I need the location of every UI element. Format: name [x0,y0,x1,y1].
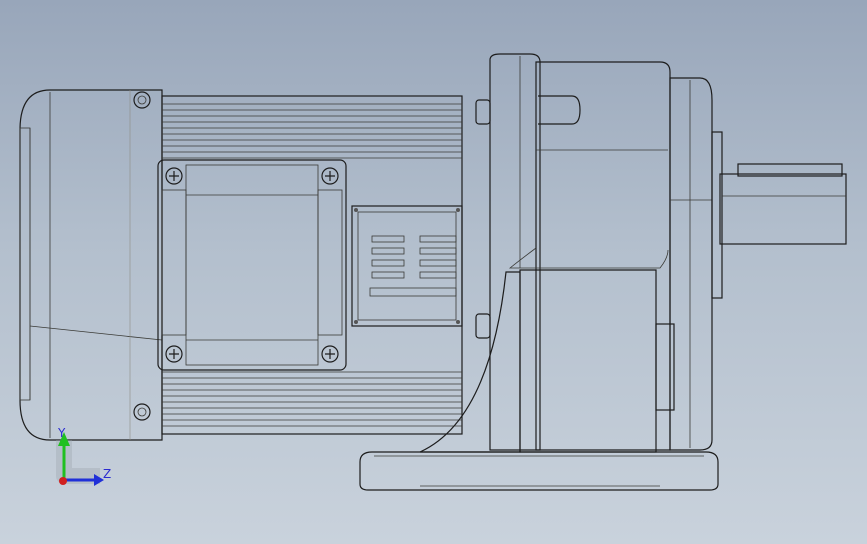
terminal-box [157,159,347,371]
nameplate-field [371,259,405,267]
output-shaft [711,131,847,299]
axis-triad-icon: Y Z [56,426,111,486]
mounting-foot [359,269,719,491]
nameplate-field [371,235,405,243]
screw-icon [133,91,151,109]
nameplate-field [419,235,457,243]
screw-icon [321,345,339,363]
z-axis-label: Z [103,467,111,481]
nameplate-field [419,247,457,255]
nameplate-icon [351,205,463,327]
nameplate-field [371,247,405,255]
y-axis-label: Y [57,426,66,440]
gearmotor-drawing: Y Z [19,53,847,491]
screw-icon [165,167,183,185]
screw-icon [133,403,151,421]
gearbox-housing [475,53,713,451]
fan-cover [19,89,163,441]
nameplate-field [419,259,457,267]
cad-viewport[interactable]: Y Z [0,0,867,544]
screw-icon [165,345,183,363]
screw-icon [321,167,339,185]
motor-housing [161,95,463,435]
nameplate-field [419,271,457,279]
nameplate-field [371,271,405,279]
